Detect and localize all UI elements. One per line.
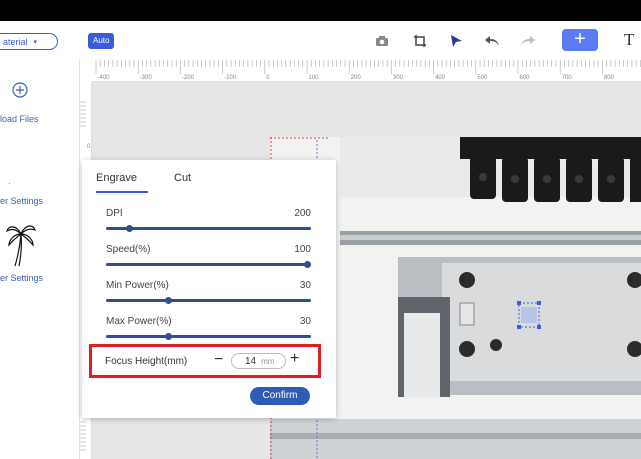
dpi-slider-knob[interactable]: [125, 225, 133, 232]
ruler-h-tick-label: -100: [224, 75, 237, 81]
dot-icon: ·: [8, 178, 11, 188]
material-select[interactable]: aterial ▾: [0, 33, 58, 50]
horizontal-ruler-ticks: -400 -300 -200 -100 0 100 200 300 400 500 600 700 80…: [95, 60, 641, 81]
tab-active-indicator: [96, 191, 148, 193]
ruler-h-tick-label: 400: [435, 75, 446, 81]
focus-height-unit: mm: [261, 356, 275, 366]
chevron-down-icon: ▾: [33, 38, 38, 46]
dpi-slider[interactable]: [106, 225, 311, 232]
max-power-slider[interactable]: [106, 333, 311, 340]
sidebar: load Files · er Settings er Settings: [0, 60, 80, 459]
max-power-value: 30: [299, 316, 311, 327]
focus-decrement-button[interactable]: −: [214, 350, 223, 370]
focus-height-value: 14: [245, 355, 257, 367]
min-power-slider[interactable]: [106, 297, 311, 304]
ruler-h-tick-label: 0: [266, 75, 270, 81]
ruler-h-tick-label: -400: [98, 75, 111, 81]
ruler-v-tick-0: 0: [87, 144, 91, 150]
auto-button[interactable]: Auto: [88, 33, 115, 49]
min-power-value: 30: [299, 280, 311, 291]
focus-height-input[interactable]: 14 mm: [231, 353, 286, 369]
top-black-bar: [0, 0, 641, 21]
speed-slider[interactable]: [106, 261, 311, 268]
text-tool-button[interactable]: T: [624, 30, 634, 50]
ruler-h-tick-label: 600: [520, 75, 531, 81]
ruler-h-tick-label: 100: [309, 75, 320, 81]
crop-icon[interactable]: [410, 31, 430, 51]
select-arrow-icon[interactable]: [446, 31, 466, 51]
tab-cut[interactable]: Cut: [174, 172, 191, 184]
camera-icon[interactable]: [372, 31, 392, 51]
min-power-slider-knob[interactable]: [165, 297, 173, 304]
ruler-h-tick-label: 500: [477, 75, 488, 81]
dpi-value: 200: [294, 208, 311, 219]
laser-settings-label: er Settings: [0, 196, 44, 206]
speed-slider-knob[interactable]: [304, 261, 311, 268]
ruler-h-tick-label: 300: [393, 75, 404, 81]
laser-settings-panel: Engrave Cut DPI 200 Speed(%) 100 Min Pow…: [82, 160, 336, 418]
speed-label: Speed(%): [106, 244, 151, 255]
material-select-label: aterial: [3, 36, 28, 47]
ruler-h-tick-label: -200: [182, 75, 195, 81]
confirm-button[interactable]: Confirm: [250, 387, 310, 405]
focus-increment-button[interactable]: +: [290, 349, 299, 369]
laser-settings-item[interactable]: · er Settings: [0, 178, 80, 210]
palm-tree-icon: [6, 225, 36, 267]
tab-engrave[interactable]: Engrave: [96, 172, 137, 184]
undo-icon[interactable]: [482, 31, 502, 51]
image-settings-label: er Settings: [0, 273, 44, 283]
redo-icon[interactable]: [518, 31, 538, 51]
ruler-h-tick-label: 800: [604, 75, 615, 81]
max-power-slider-knob[interactable]: [165, 333, 173, 340]
max-power-label: Max Power(%): [106, 316, 172, 327]
upload-files-item[interactable]: load Files: [0, 82, 80, 127]
ruler-h-tick-label: 200: [351, 75, 362, 81]
upload-files-label: load Files: [0, 114, 39, 124]
settings-tabs: Engrave Cut: [82, 160, 336, 194]
plus-circle-icon: [12, 82, 28, 98]
focus-height-highlight: Focus Height(mm) − 14 mm +: [89, 344, 321, 378]
add-button[interactable]: +: [562, 29, 598, 51]
speed-value: 100: [294, 244, 311, 255]
ruler-h-tick-label: -300: [140, 75, 153, 81]
toolbar: aterial ▾ Auto + T: [0, 21, 641, 60]
image-settings-item[interactable]: er Settings: [0, 220, 80, 290]
min-power-label: Min Power(%): [106, 280, 169, 291]
dpi-label: DPI: [106, 208, 123, 219]
ruler-h-tick-label: 700: [562, 75, 573, 81]
ruler-corner: [80, 60, 92, 82]
horizontal-ruler[interactable]: -400 -300 -200 -100 0 100 200 300 400 500 600 700 80…: [92, 60, 641, 82]
focus-height-label: Focus Height(mm): [105, 356, 188, 367]
